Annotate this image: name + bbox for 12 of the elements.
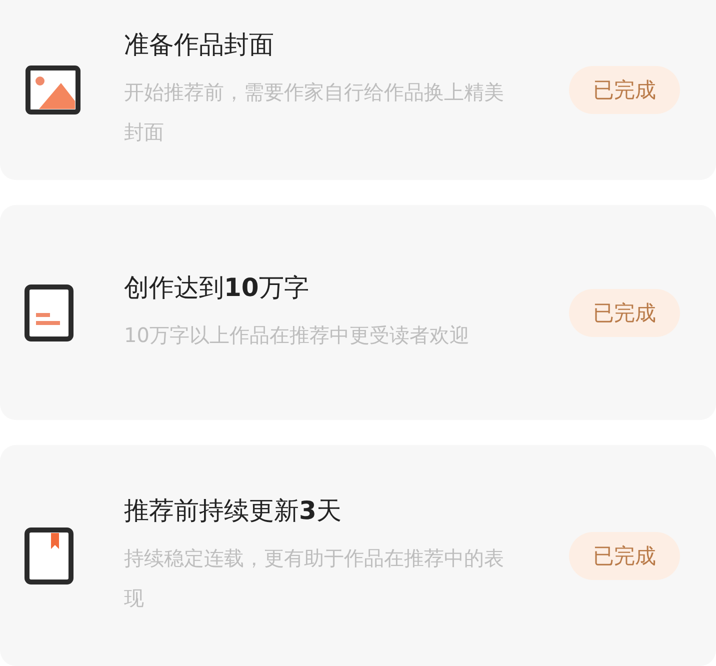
status-badge: 已完成	[569, 66, 680, 114]
task-description: 10万字以上作品在推荐中更受读者欢迎	[124, 322, 470, 348]
status-badge: 已完成	[569, 532, 680, 580]
task-description: 开始推荐前，需要作家自行给作品换上精美封面	[124, 79, 504, 146]
image-icon	[24, 65, 82, 115]
task-title: 创作达到10万字	[124, 272, 310, 304]
book-icon	[24, 526, 74, 584]
task-title: 准备作品封面	[124, 29, 275, 61]
task-description: 持续稳定连载，更有助于作品在推荐中的表现	[124, 544, 504, 612]
task-title: 推荐前持续更新3天	[124, 494, 342, 526]
document-icon	[24, 284, 74, 342]
status-badge: 已完成	[569, 288, 680, 336]
